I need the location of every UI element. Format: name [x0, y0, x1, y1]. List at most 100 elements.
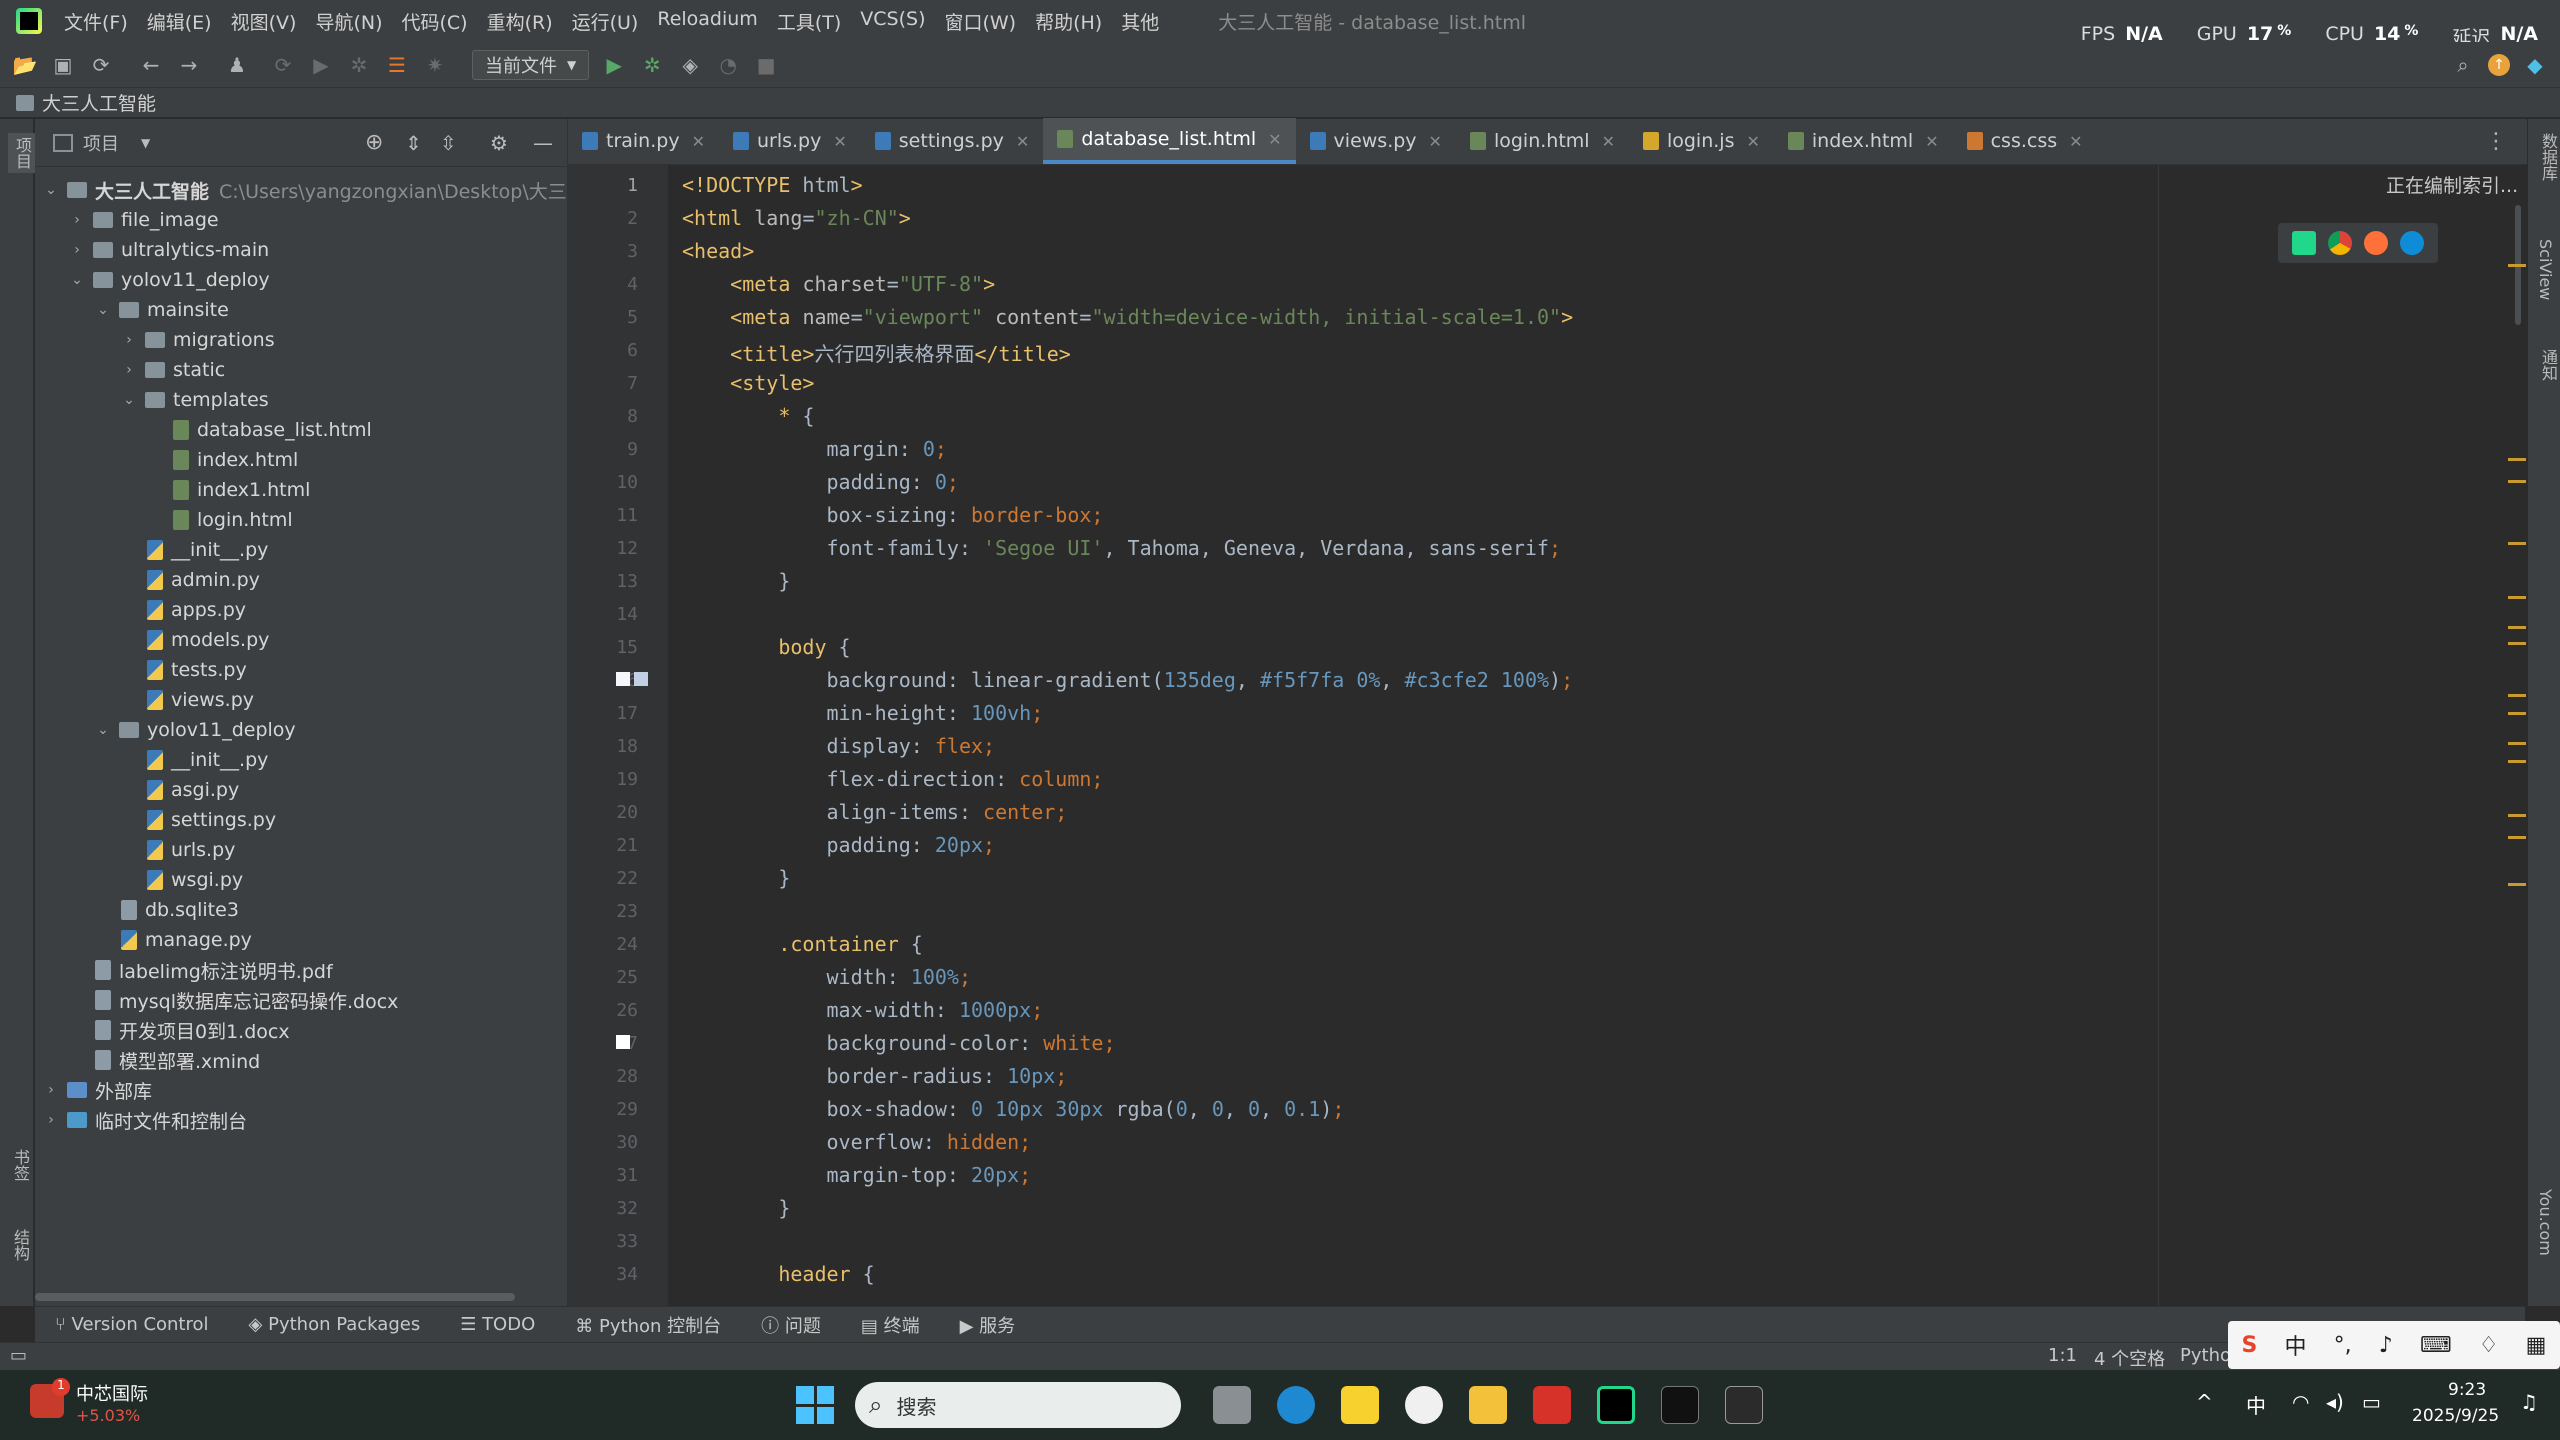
- warning-mark[interactable]: [2508, 694, 2526, 697]
- editor-tab[interactable]: urls.py ✕: [719, 118, 861, 164]
- profile-icon[interactable]: ◔: [715, 52, 741, 78]
- run-icon[interactable]: ▶: [601, 52, 627, 78]
- tree-item[interactable]: ⌄ mainsite: [95, 295, 229, 325]
- reloadium-menu-icon[interactable]: ☰: [384, 52, 410, 78]
- interpreter-setting[interactable]: Pytho: [2180, 1345, 2231, 1366]
- battery-icon[interactable]: ▭: [2362, 1390, 2381, 1414]
- forward-icon[interactable]: →: [176, 52, 202, 78]
- close-icon[interactable]: ✕: [833, 132, 846, 151]
- bottom-tool-button[interactable]: ⌘ Python 控制台: [575, 1312, 721, 1338]
- tree-item[interactable]: urls.py: [121, 835, 235, 865]
- you-com-tool-button[interactable]: You.com: [2536, 1189, 2555, 1256]
- show-hidden-icons-icon[interactable]: ^: [2196, 1390, 2213, 1414]
- stop-icon[interactable]: ■: [753, 52, 779, 78]
- code-editor[interactable]: <!DOCTYPE html> <html lang="zh-CN"> <head>…: [668, 165, 2478, 1306]
- tree-item[interactable]: index1.html: [147, 475, 310, 505]
- editor-tab[interactable]: css.css ✕: [1953, 118, 2097, 164]
- back-icon[interactable]: ←: [138, 52, 164, 78]
- menu-item[interactable]: 帮助(H): [1035, 8, 1102, 35]
- tree-item[interactable]: ⌄ yolov11_deploy: [95, 715, 296, 745]
- horizontal-scrollbar[interactable]: [35, 1293, 515, 1301]
- bottom-tool-button[interactable]: ▶ 服务: [960, 1312, 1016, 1338]
- reload-icon[interactable]: ⟳: [270, 52, 296, 78]
- wifi-icon[interactable]: ◠: [2292, 1390, 2309, 1414]
- ime-mode-label[interactable]: 中: [2285, 1329, 2307, 1361]
- tree-item[interactable]: labelimg标注说明书.pdf: [69, 955, 333, 985]
- editor-tab[interactable]: login.js ✕: [1629, 118, 1774, 164]
- edge-icon[interactable]: [2400, 231, 2424, 255]
- project-tool-button[interactable]: 项目: [8, 133, 36, 173]
- tree-item[interactable]: __init__.py: [121, 535, 268, 565]
- task-view-icon[interactable]: [1213, 1386, 1251, 1424]
- bottom-tool-button[interactable]: ⓘ 问题: [761, 1312, 821, 1338]
- github-icon[interactable]: [1405, 1386, 1443, 1424]
- update-icon[interactable]: ↑: [2488, 53, 2510, 76]
- tree-item[interactable]: 模型部署.xmind: [69, 1045, 260, 1075]
- menu-item[interactable]: 编辑(E): [147, 8, 212, 35]
- editor-tab[interactable]: index.html ✕: [1774, 118, 1953, 164]
- tree-item[interactable]: views.py: [121, 685, 254, 715]
- editor-tab[interactable]: login.html ✕: [1456, 118, 1629, 164]
- tree-item[interactable]: › migrations: [121, 325, 274, 355]
- menu-item[interactable]: 导航(N): [315, 8, 382, 35]
- notification-bell-icon[interactable]: ♫: [2520, 1390, 2538, 1414]
- hide-panel-icon[interactable]: —: [533, 131, 553, 155]
- tree-item[interactable]: ⌄ 大三人工智能 C:\Users\yangzongxian\Desktop\大三人…: [43, 175, 605, 205]
- tree-item[interactable]: › file_image: [69, 205, 218, 235]
- warning-mark[interactable]: [2508, 814, 2526, 817]
- warning-mark[interactable]: [2508, 642, 2526, 645]
- menu-item[interactable]: 视图(V): [231, 8, 297, 35]
- chevron-down-icon[interactable]: ⌄: [43, 182, 59, 198]
- warning-mark[interactable]: [2508, 542, 2526, 545]
- tree-item[interactable]: › 外部库: [43, 1075, 152, 1105]
- file-explorer-icon[interactable]: [1469, 1386, 1507, 1424]
- close-icon[interactable]: ✕: [1268, 130, 1281, 149]
- warning-mark[interactable]: [2508, 264, 2526, 267]
- run-configuration-select[interactable]: 当前文件 ▼: [472, 49, 590, 80]
- close-icon[interactable]: ✕: [1602, 132, 1615, 151]
- coverage-icon[interactable]: ◈: [677, 52, 703, 78]
- pycharm-browser-icon[interactable]: [2292, 231, 2316, 255]
- tree-item[interactable]: ⌄ yolov11_deploy: [69, 265, 270, 295]
- editor-tab[interactable]: views.py ✕: [1296, 118, 1456, 164]
- tree-item[interactable]: models.py: [121, 625, 269, 655]
- locate-icon[interactable]: ⊕: [365, 130, 383, 155]
- tree-item[interactable]: tests.py: [121, 655, 247, 685]
- wps-icon[interactable]: [1533, 1386, 1571, 1424]
- save-icon[interactable]: ▣: [50, 52, 76, 78]
- project-panel-title[interactable]: 项目: [83, 130, 119, 156]
- expand-all-icon[interactable]: ⇕: [405, 131, 422, 155]
- warning-mark[interactable]: [2508, 596, 2526, 599]
- indent-setting[interactable]: 4 个空格: [2094, 1345, 2165, 1371]
- options-gear-icon[interactable]: ⚙: [490, 131, 508, 155]
- close-icon[interactable]: ✕: [1429, 132, 1442, 151]
- menu-item[interactable]: VCS(S): [860, 8, 925, 35]
- chevron-down-icon[interactable]: ⌄: [121, 392, 137, 408]
- punctuation-icon[interactable]: °,: [2334, 1333, 2352, 1358]
- close-icon[interactable]: ✕: [692, 132, 705, 151]
- menu-item[interactable]: 代码(C): [401, 8, 467, 35]
- chevron-right-icon[interactable]: ›: [43, 1112, 59, 1128]
- tree-item[interactable]: manage.py: [95, 925, 252, 955]
- layout-toggle-icon[interactable]: ▭: [10, 1345, 27, 1366]
- tree-item[interactable]: login.html: [147, 505, 293, 535]
- breadcrumb-project[interactable]: 大三人工智能: [42, 89, 156, 116]
- chevron-down-icon[interactable]: ▼: [141, 136, 150, 150]
- sciview-tool-button[interactable]: SciView: [2536, 239, 2555, 300]
- close-icon[interactable]: ✕: [1925, 132, 1938, 151]
- tree-item[interactable]: asgi.py: [121, 775, 239, 805]
- menu-item[interactable]: 窗口(W): [944, 8, 1016, 35]
- search-icon[interactable]: ⌕: [2450, 52, 2476, 78]
- tree-item[interactable]: db.sqlite3: [95, 895, 239, 925]
- database-tool-button[interactable]: 数据库: [2536, 133, 2560, 181]
- sogou-logo-icon[interactable]: S: [2242, 1333, 2258, 1358]
- warning-mark[interactable]: [2508, 760, 2526, 763]
- windows-start-icon[interactable]: [796, 1386, 834, 1424]
- menu-item[interactable]: 工具(T): [777, 8, 841, 35]
- microphone-icon[interactable]: ♪: [2379, 1333, 2393, 1358]
- taskbar-search-box[interactable]: ⌕ 搜索: [855, 1382, 1181, 1428]
- sticky-notes-icon[interactable]: [1341, 1386, 1379, 1424]
- tree-item[interactable]: settings.py: [121, 805, 276, 835]
- clock-date[interactable]: 2025/9/25: [2412, 1406, 2499, 1426]
- collapse-all-icon[interactable]: ⇳: [440, 131, 457, 155]
